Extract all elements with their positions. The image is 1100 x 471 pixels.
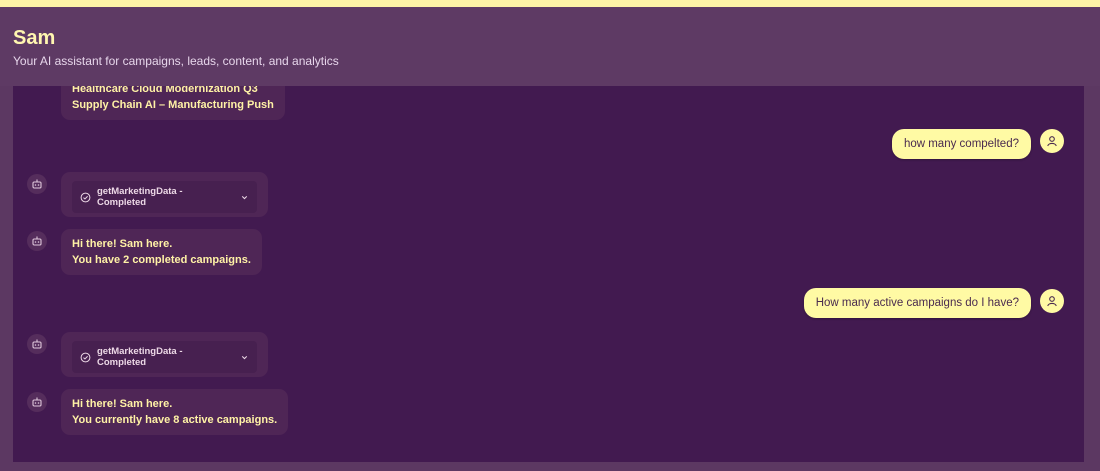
assistant-message: Healthcare Cloud Modernization Q3 Supply… <box>61 86 285 120</box>
user-message: How many active campaigns do I have? <box>803 288 1031 318</box>
tool-call-card: getMarketingData - Completed <box>61 172 268 217</box>
chat-transcript[interactable]: Healthcare Cloud Modernization Q3 Supply… <box>13 86 1084 462</box>
tool-call-label: getMarketingData - Completed <box>96 186 183 208</box>
chevron-down-icon <box>241 355 248 359</box>
app-header: Sam Your AI assistant for campaigns, lea… <box>0 7 1100 86</box>
page-title: Sam <box>13 27 56 49</box>
tool-call-toggle[interactable]: getMarketingData - Completed <box>72 181 257 213</box>
top-accent-bar <box>0 0 1100 7</box>
assistant-message: Hi there! Sam here. You have 2 completed… <box>61 229 262 275</box>
user-avatar <box>1040 129 1064 153</box>
assistant-avatar <box>27 392 47 412</box>
message-text: How many active campaigns do I have? <box>815 297 1019 309</box>
check-circle-icon <box>80 352 91 362</box>
user-icon <box>1047 296 1057 307</box>
check-circle-icon <box>80 192 91 202</box>
user-icon <box>1047 136 1057 147</box>
message-line: You have 2 completed campaigns. <box>72 254 251 266</box>
robot-icon <box>32 179 42 189</box>
robot-icon <box>32 236 42 246</box>
message-text: how many compelted? <box>903 138 1019 150</box>
message-line: Supply Chain AI – Manufacturing Push <box>72 99 274 111</box>
tool-call-toggle[interactable]: getMarketingData - Completed <box>72 341 257 373</box>
user-avatar <box>1040 289 1064 313</box>
tool-call-label: getMarketingData - Completed <box>96 346 183 368</box>
tool-call-card: getMarketingData - Completed <box>61 332 268 377</box>
message-line: Healthcare Cloud Modernization Q3 <box>72 86 258 95</box>
message-line: Hi there! Sam here. <box>72 398 173 410</box>
user-message: how many compelted? <box>891 129 1031 159</box>
message-line: You currently have 8 active campaigns. <box>72 414 278 426</box>
page-subtitle: Your AI assistant for campaigns, leads, … <box>13 54 339 68</box>
robot-icon <box>32 339 42 349</box>
assistant-message: Hi there! Sam here. You currently have 8… <box>61 389 289 435</box>
message-line: Hi there! Sam here. <box>72 238 173 250</box>
assistant-avatar <box>27 174 47 194</box>
chevron-down-icon <box>241 195 248 199</box>
assistant-avatar <box>27 334 47 354</box>
robot-icon <box>32 397 42 407</box>
assistant-avatar <box>27 231 47 251</box>
